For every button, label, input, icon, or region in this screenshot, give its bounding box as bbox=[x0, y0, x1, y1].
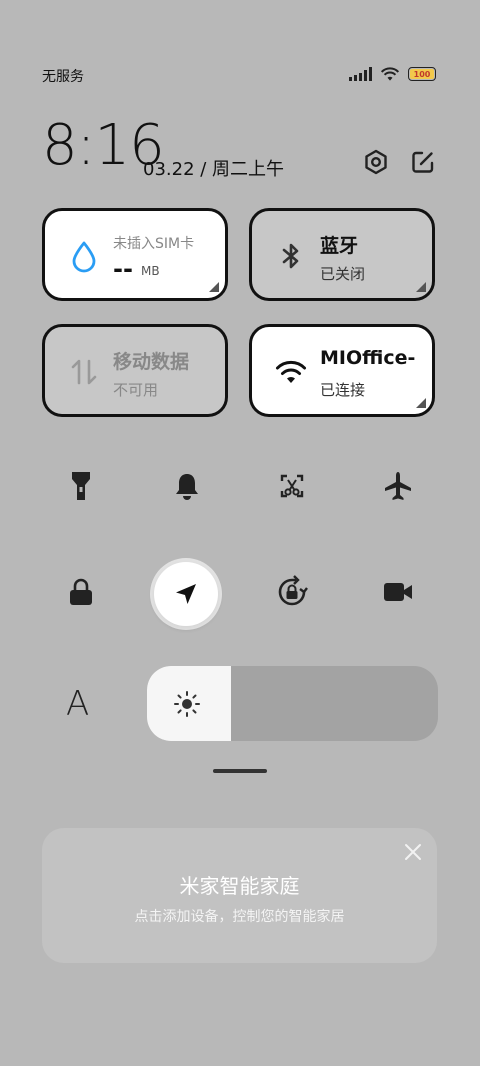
brightness-slider[interactable] bbox=[147, 666, 438, 741]
location-toggle[interactable] bbox=[154, 562, 218, 626]
tile-expand-indicator bbox=[209, 282, 219, 292]
water-drop-icon bbox=[72, 241, 96, 273]
lock-screen-toggle[interactable] bbox=[61, 572, 101, 612]
wifi-status-icon bbox=[380, 67, 400, 81]
font-size-button[interactable]: A bbox=[66, 684, 89, 724]
data-usage-title: 未插入SIM卡 bbox=[113, 236, 195, 252]
flashlight-icon bbox=[72, 472, 90, 500]
wifi-status: 已连接 bbox=[320, 381, 366, 399]
wifi-tile[interactable]: MIOffice- 已连接 bbox=[249, 324, 435, 417]
screenshot-icon bbox=[280, 474, 304, 498]
mobile-data-title: 移动数据 bbox=[113, 351, 190, 373]
mobile-data-status: 不可用 bbox=[113, 381, 159, 399]
tile-expand-indicator bbox=[416, 398, 426, 408]
data-usage-unit: MB bbox=[141, 264, 160, 278]
mobile-data-tile[interactable]: 移动数据 不可用 bbox=[42, 324, 228, 417]
silent-toggle[interactable] bbox=[167, 466, 207, 506]
bell-icon bbox=[176, 474, 198, 500]
lock-icon bbox=[70, 578, 92, 605]
drag-handle[interactable] bbox=[213, 769, 267, 773]
data-usage-tile[interactable]: 未插入SIM卡 -- MB bbox=[42, 208, 228, 301]
battery-icon: 100 bbox=[408, 67, 436, 81]
bluetooth-status: 已关闭 bbox=[320, 265, 366, 283]
mobile-data-icon bbox=[71, 359, 97, 385]
close-icon[interactable] bbox=[403, 842, 423, 862]
data-usage-value: -- bbox=[113, 255, 133, 283]
gear-icon[interactable] bbox=[362, 148, 390, 176]
airplane-icon bbox=[385, 472, 411, 500]
wifi-network-name: MIOffice- bbox=[320, 347, 416, 369]
video-icon bbox=[384, 583, 412, 601]
tile-expand-indicator bbox=[416, 282, 426, 292]
wifi-icon bbox=[276, 360, 306, 383]
signal-icon bbox=[349, 67, 372, 81]
bluetooth-tile[interactable]: 蓝牙 已关闭 bbox=[249, 208, 435, 301]
edit-icon[interactable] bbox=[409, 148, 437, 176]
battery-level: 100 bbox=[413, 69, 431, 79]
location-icon bbox=[176, 584, 196, 604]
screenshot-toggle[interactable] bbox=[272, 466, 312, 506]
bluetooth-title: 蓝牙 bbox=[320, 235, 359, 257]
status-icons: 100 bbox=[349, 66, 436, 82]
flashlight-toggle[interactable] bbox=[61, 466, 101, 506]
screen-record-toggle[interactable] bbox=[378, 572, 418, 612]
rotation-lock-icon bbox=[278, 575, 308, 606]
mi-home-title: 米家智能家庭 bbox=[179, 874, 300, 898]
sun-icon bbox=[174, 691, 200, 717]
mi-home-subtitle: 点击添加设备，控制您的智能家居 bbox=[134, 909, 345, 925]
clock-date: 03.22 / 周二上午 bbox=[143, 159, 285, 180]
rotation-lock-toggle[interactable] bbox=[272, 572, 312, 612]
mi-home-card[interactable]: 米家智能家庭 点击添加设备，控制您的智能家居 bbox=[42, 828, 437, 963]
airplane-toggle[interactable] bbox=[378, 466, 418, 506]
carrier-status: 无服务 bbox=[42, 69, 84, 85]
bluetooth-icon bbox=[282, 243, 299, 269]
